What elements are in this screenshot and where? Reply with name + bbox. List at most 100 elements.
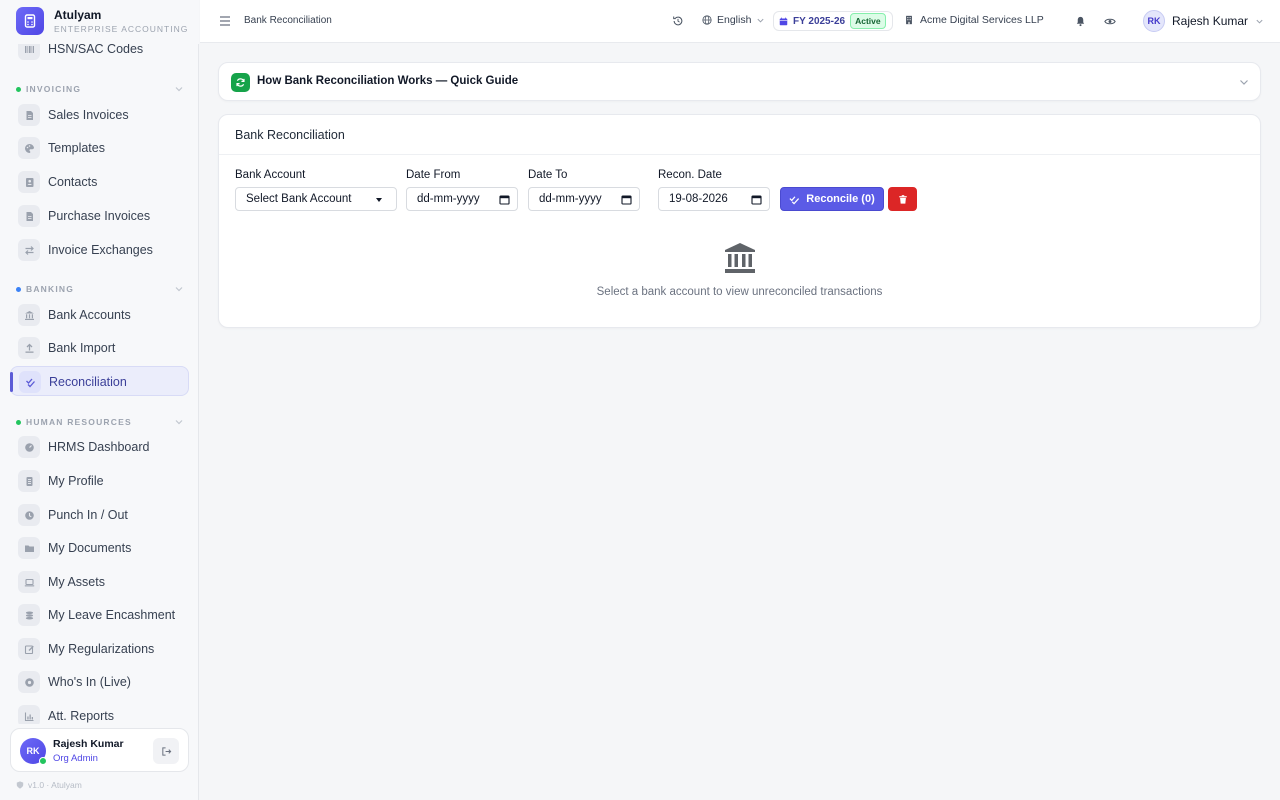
file-icon xyxy=(18,104,40,126)
sidebar-item-label: Contacts xyxy=(48,175,98,189)
recon-date-input[interactable]: 19-08-2026 xyxy=(658,187,770,211)
section-human-resources[interactable]: HUMAN RESOURCES xyxy=(16,417,186,429)
sidebar-item-contacts[interactable]: Contacts xyxy=(10,167,189,197)
sidebar-item-label: Punch In / Out xyxy=(48,508,128,522)
sidebar-item-att-reports[interactable]: Att. Reports xyxy=(10,701,189,724)
sidebar-item-label: Reconciliation xyxy=(49,375,127,389)
sidebar-item-my-documents[interactable]: My Documents xyxy=(10,533,189,563)
calendar-icon[interactable] xyxy=(621,194,632,205)
sidebar-item-my-leave-encashment[interactable]: My Leave Encashment xyxy=(10,600,189,630)
calculator-icon xyxy=(16,7,44,35)
id-card-icon xyxy=(18,470,40,492)
eye-icon xyxy=(1104,18,1116,24)
version-text: v1.0 · Atulyam xyxy=(28,780,82,790)
globe-icon xyxy=(702,15,712,25)
sidebar-item-punch-in-out[interactable]: Punch In / Out xyxy=(10,500,189,530)
delete-button[interactable] xyxy=(888,187,917,211)
chevron-down-icon xyxy=(175,287,183,292)
organization-selector[interactable]: Acme Digital Services LLP xyxy=(904,14,1044,26)
bank-account-label: Bank Account xyxy=(235,169,306,181)
palette-icon xyxy=(18,137,40,159)
section-invoicing[interactable]: INVOICING xyxy=(16,84,186,96)
sidebar-item-my-assets[interactable]: My Assets xyxy=(10,567,189,597)
sidebar-item-templates[interactable]: Templates xyxy=(10,133,189,163)
building-icon xyxy=(906,15,912,25)
date-to-input[interactable]: dd-mm-yyyy xyxy=(528,187,640,211)
notifications-button[interactable] xyxy=(1072,13,1088,29)
brand-subtitle: ENTERPRISE ACCOUNTING xyxy=(54,24,189,34)
sidebar-item-label: My Leave Encashment xyxy=(48,608,176,622)
sidebar-item-label: Sales Invoices xyxy=(48,108,129,122)
reconcile-label: Reconcile (0) xyxy=(806,193,875,205)
user-name: Rajesh Kumar xyxy=(53,738,124,750)
bank-account-select[interactable]: Select Bank Account xyxy=(235,187,397,211)
sidebar-item-label: HRMS Dashboard xyxy=(48,440,150,454)
calendar-icon[interactable] xyxy=(499,194,510,205)
brand-name: Atulyam xyxy=(54,8,102,22)
section-dot xyxy=(16,287,21,292)
sidebar-item-invoice-exchanges[interactable]: Invoice Exchanges xyxy=(10,235,189,265)
bank-icon xyxy=(18,304,40,326)
online-status-dot xyxy=(39,757,47,765)
sidebar-item-bank-accounts[interactable]: Bank Accounts xyxy=(10,300,189,330)
quick-guide-accordion[interactable]: How Bank Reconciliation Works — Quick Gu… xyxy=(218,62,1261,101)
sidebar-item-my-regularizations[interactable]: My Regularizations xyxy=(10,634,189,664)
bank-icon xyxy=(725,243,755,273)
sidebar-item-label: Who's In (Live) xyxy=(48,675,131,689)
date-to-value: dd-mm-yyyy xyxy=(539,193,602,205)
sidebar: Atulyam ENTERPRISE ACCOUNTING HSN/SAC Co… xyxy=(0,0,199,800)
calendar-icon[interactable] xyxy=(751,194,762,205)
contact-icon xyxy=(18,171,40,193)
user-name: Rajesh Kumar xyxy=(1172,14,1249,28)
organization-name: Acme Digital Services LLP xyxy=(920,14,1044,26)
recon-date-label: Recon. Date xyxy=(658,169,722,181)
sidebar-item-bank-import[interactable]: Bank Import xyxy=(10,333,189,363)
clock-icon xyxy=(18,504,40,526)
logout-button[interactable] xyxy=(153,738,179,764)
language-selector[interactable]: English xyxy=(702,14,765,26)
sidebar-item-label: HSN/SAC Codes xyxy=(48,42,144,56)
sidebar-item-label: Invoice Exchanges xyxy=(48,243,153,257)
sidebar-item-my-profile[interactable]: My Profile xyxy=(10,466,189,496)
avatar: RK xyxy=(1143,10,1165,32)
history-icon xyxy=(673,16,683,26)
history-button[interactable] xyxy=(670,13,686,29)
sidebar-item-label: Att. Reports xyxy=(48,709,114,723)
live-dot-icon xyxy=(18,671,40,693)
date-from-input[interactable]: dd-mm-yyyy xyxy=(406,187,518,211)
section-dot xyxy=(16,420,21,425)
reconcile-button[interactable]: Reconcile (0) xyxy=(780,187,884,211)
card-header: Bank Reconciliation xyxy=(219,115,1260,155)
sidebar-item-purchase-invoices[interactable]: Purchase Invoices xyxy=(10,201,189,231)
laptop-icon xyxy=(18,571,40,593)
app-version: v1.0 · Atulyam xyxy=(16,780,82,790)
sidebar-item-label: My Profile xyxy=(48,474,104,488)
menu-icon[interactable] xyxy=(218,13,232,29)
fiscal-year-selector[interactable]: FY 2025-26 Active xyxy=(773,11,893,31)
sidebar-item-hrms-dashboard[interactable]: HRMS Dashboard xyxy=(10,432,189,462)
brand[interactable]: Atulyam ENTERPRISE ACCOUNTING xyxy=(0,0,199,44)
sidebar-user-card[interactable]: RK Rajesh Kumar Org Admin xyxy=(10,728,189,772)
sidebar-item-whos-in-live[interactable]: Who's In (Live) xyxy=(10,667,189,697)
reconciliation-card: Bank Reconciliation Bank Account Select … xyxy=(218,114,1261,328)
language-label: English xyxy=(717,14,752,26)
chevron-down-icon xyxy=(175,420,183,425)
file-icon xyxy=(18,205,40,227)
status-badge: Active xyxy=(850,13,886,29)
chevron-down-icon xyxy=(1256,19,1263,24)
sidebar-item-label: Bank Accounts xyxy=(48,308,131,322)
user-menu[interactable]: RK Rajesh Kumar xyxy=(1143,10,1264,32)
sidebar-item-sales-invoices[interactable]: Sales Invoices xyxy=(10,100,189,130)
bell-icon xyxy=(1076,16,1084,26)
section-dot xyxy=(16,87,21,92)
section-banking[interactable]: BANKING xyxy=(16,284,186,296)
sidebar-nav[interactable]: HSN/SAC Codes INVOICING Sales Invoices T… xyxy=(0,30,199,724)
date-from-label: Date From xyxy=(406,169,461,181)
chevron-down-icon xyxy=(757,18,765,23)
preview-button[interactable] xyxy=(1102,13,1118,29)
sidebar-item-label: Templates xyxy=(48,141,105,155)
date-from-value: dd-mm-yyyy xyxy=(417,193,480,205)
user-role: Org Admin xyxy=(53,753,98,764)
sidebar-item-reconciliation[interactable]: Reconciliation xyxy=(10,366,189,396)
double-check-icon xyxy=(789,195,800,205)
